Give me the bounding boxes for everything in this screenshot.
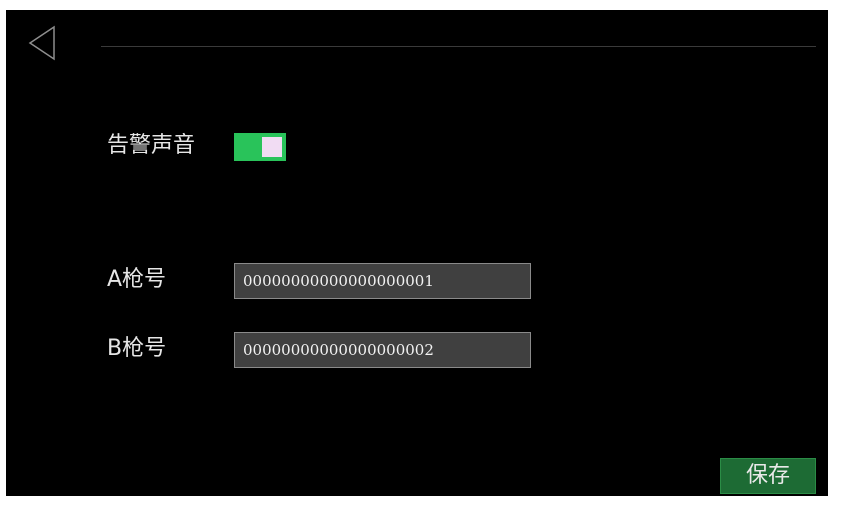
alarm-sound-toggle[interactable] bbox=[234, 133, 286, 161]
settings-screen: 告警声音 A枪号 B枪号 保存 bbox=[6, 10, 828, 496]
alarm-sound-label: 告警声音 bbox=[107, 133, 196, 158]
save-button[interactable]: 保存 bbox=[720, 458, 816, 494]
gun-a-label: A枪号 bbox=[107, 267, 167, 292]
back-arrow-icon[interactable] bbox=[26, 24, 60, 64]
gun-a-number-input[interactable] bbox=[234, 263, 531, 299]
gun-b-label: B枪号 bbox=[107, 336, 167, 361]
gun-b-number-input[interactable] bbox=[234, 332, 531, 368]
toggle-knob bbox=[262, 137, 282, 157]
header-divider bbox=[101, 46, 816, 47]
